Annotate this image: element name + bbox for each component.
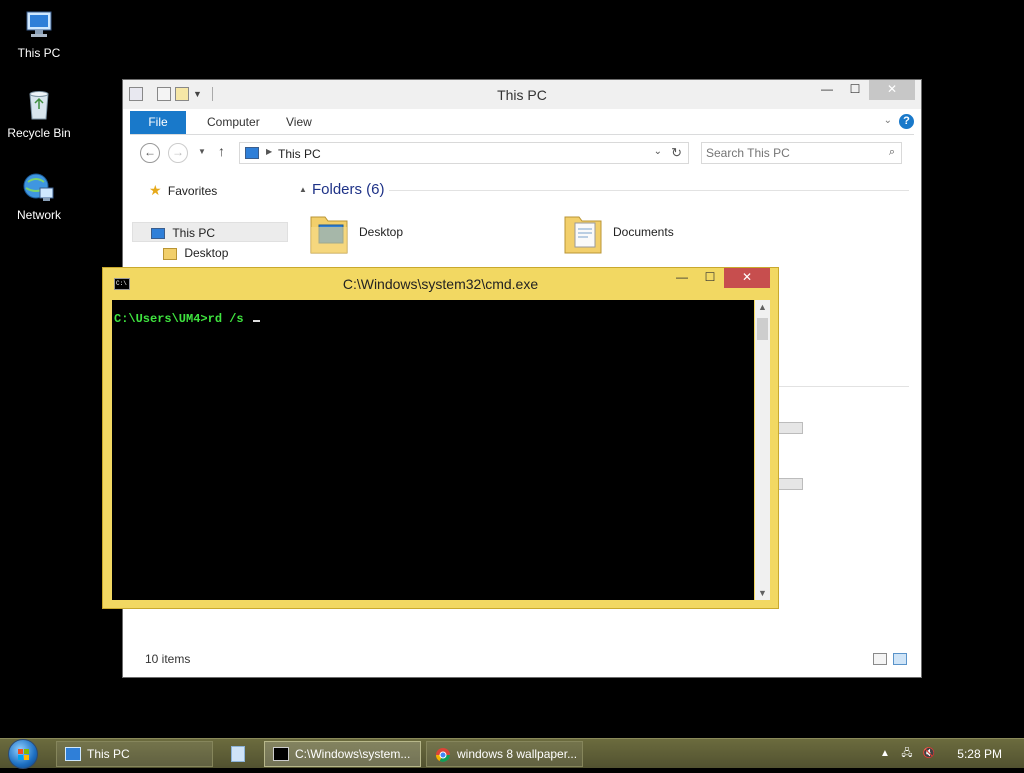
large-icons-view-icon[interactable] (893, 653, 907, 665)
scroll-up-arrow-icon[interactable]: ▲ (755, 302, 770, 312)
computer-icon (65, 747, 81, 761)
maximize-button[interactable]: ☐ (841, 80, 869, 100)
address-bar[interactable]: ▶ This PC ⌄ ↻ (239, 142, 689, 164)
computer-icon (151, 228, 165, 240)
search-box[interactable]: ⌕ (701, 142, 902, 164)
folder-name: Desktop (359, 225, 404, 239)
nav-item-this-pc[interactable]: This PC (132, 222, 288, 242)
nav-item-desktop[interactable]: Desktop (163, 243, 228, 263)
up-button[interactable]: ↑ (218, 143, 225, 159)
back-button[interactable]: ← (140, 143, 160, 163)
desktop: This PC Recycle Bin Network ▼ This PC — … (0, 0, 1024, 738)
nav-item-favorites[interactable]: ★ Favorites (149, 180, 217, 200)
ribbon-tabs: File Computer View ⌄ ? (130, 111, 914, 135)
explorer-window-controls: — ☐ ✕ (813, 80, 915, 100)
volume-muted-icon[interactable]: 🔇 (922, 747, 936, 761)
nav-item-label: Desktop (184, 246, 229, 260)
chevron-right-icon[interactable]: ▶ (266, 147, 272, 156)
folders-group-header[interactable]: Folders (6) (312, 181, 385, 198)
console-area[interactable]: C:\Users\UM4>rd /s (112, 300, 754, 600)
address-row: ← → ▼ ↑ ▶ This PC ⌄ ↻ ⌕ (123, 139, 921, 167)
desktop-icon-network[interactable]: Network (0, 170, 78, 222)
system-tray: ▲ 🖧 🔇 5:28 PM (864, 739, 1024, 769)
scrollbar-thumb[interactable] (757, 318, 768, 340)
text-cursor (252, 320, 260, 322)
nav-item-label: This PC (172, 226, 216, 240)
cmd-icon (273, 747, 289, 761)
taskbar-button-chrome[interactable]: windows 8 wallpaper... (426, 741, 583, 767)
cmd-window-controls: — ☐ ✕ (668, 268, 770, 288)
minimize-button[interactable]: — (813, 80, 841, 100)
drive-capacity-bar (777, 478, 803, 490)
clock[interactable]: 5:28 PM (957, 747, 1002, 761)
network-status-icon[interactable]: 🖧 (900, 747, 914, 761)
status-item-count: 10 items (145, 652, 191, 666)
close-button[interactable]: ✕ (869, 80, 915, 100)
search-input[interactable] (706, 146, 876, 160)
nav-item-label: Favorites (167, 184, 218, 198)
details-view-icon[interactable] (873, 653, 887, 665)
star-icon: ★ (149, 182, 162, 198)
vertical-scrollbar[interactable]: ▲ ▼ (755, 300, 770, 600)
start-button[interactable] (8, 739, 46, 769)
help-icon[interactable]: ? (899, 114, 914, 129)
address-text: This PC (278, 147, 321, 161)
taskbar-button-label: This PC (87, 747, 130, 761)
taskbar: This PC C:\Windows\system... windows 8 w… (0, 738, 1024, 769)
notepad-icon[interactable] (231, 746, 245, 762)
recent-locations-icon[interactable]: ▼ (198, 147, 206, 156)
show-hidden-icons-icon[interactable]: ▲ (878, 747, 892, 761)
tab-computer[interactable]: Computer (193, 111, 274, 134)
chrome-icon (435, 747, 451, 762)
desktop-icon-label: This PC (17, 46, 61, 60)
taskbar-button-cmd[interactable]: C:\Windows\system... (264, 741, 421, 767)
search-icon[interactable]: ⌕ (889, 146, 895, 159)
tab-file[interactable]: File (130, 111, 186, 134)
folder-item[interactable]: Documents (563, 208, 674, 256)
close-button[interactable]: ✕ (724, 268, 770, 288)
taskbar-button-label: windows 8 wallpaper... (457, 747, 578, 761)
this-pc-small-icon (245, 147, 259, 159)
folder-name: Documents (613, 225, 674, 239)
expand-ribbon-icon[interactable]: ⌄ (884, 115, 892, 126)
windows-logo-icon (8, 739, 38, 769)
explorer-title: This PC (497, 87, 547, 103)
desktop-icon-this-pc[interactable]: This PC (0, 8, 78, 60)
recycle-bin-icon (22, 88, 56, 122)
refresh-icon[interactable]: ↻ (671, 145, 682, 161)
maximize-button[interactable]: ☐ (696, 268, 724, 288)
minimize-button[interactable]: — (668, 268, 696, 288)
folder-item[interactable]: Desktop (309, 208, 403, 256)
drive-capacity-bar (777, 422, 803, 434)
forward-button[interactable]: → (168, 143, 188, 163)
documents-folder-icon (563, 209, 603, 255)
cmd-window: C:\ C:\Windows\system32\cmd.exe — ☐ ✕ C:… (102, 267, 779, 609)
view-switcher (873, 653, 907, 665)
scroll-down-arrow-icon[interactable]: ▼ (755, 588, 770, 598)
desktop-icon-recycle-bin[interactable]: Recycle Bin (0, 88, 78, 140)
desktop-icon-label: Recycle Bin (7, 126, 71, 140)
explorer-titlebar[interactable]: ▼ This PC — ☐ ✕ (123, 80, 921, 109)
network-icon (22, 170, 56, 204)
desktop-folder-icon (309, 209, 349, 255)
folder-icon (163, 247, 177, 260)
tab-view[interactable]: View (272, 111, 326, 134)
taskbar-button-this-pc[interactable]: This PC (56, 741, 213, 767)
desktop-icon-label: Network (16, 208, 61, 222)
group-divider (389, 190, 909, 191)
collapse-group-icon[interactable]: ▲ (299, 185, 307, 194)
cmd-titlebar[interactable]: C:\ C:\Windows\system32\cmd.exe — ☐ ✕ (103, 268, 778, 300)
taskbar-button-label: C:\Windows\system... (295, 747, 411, 761)
console-prompt-line: C:\Users\UM4>rd /s (114, 312, 251, 326)
computer-icon (22, 8, 56, 42)
address-dropdown-icon[interactable]: ⌄ (654, 146, 662, 157)
